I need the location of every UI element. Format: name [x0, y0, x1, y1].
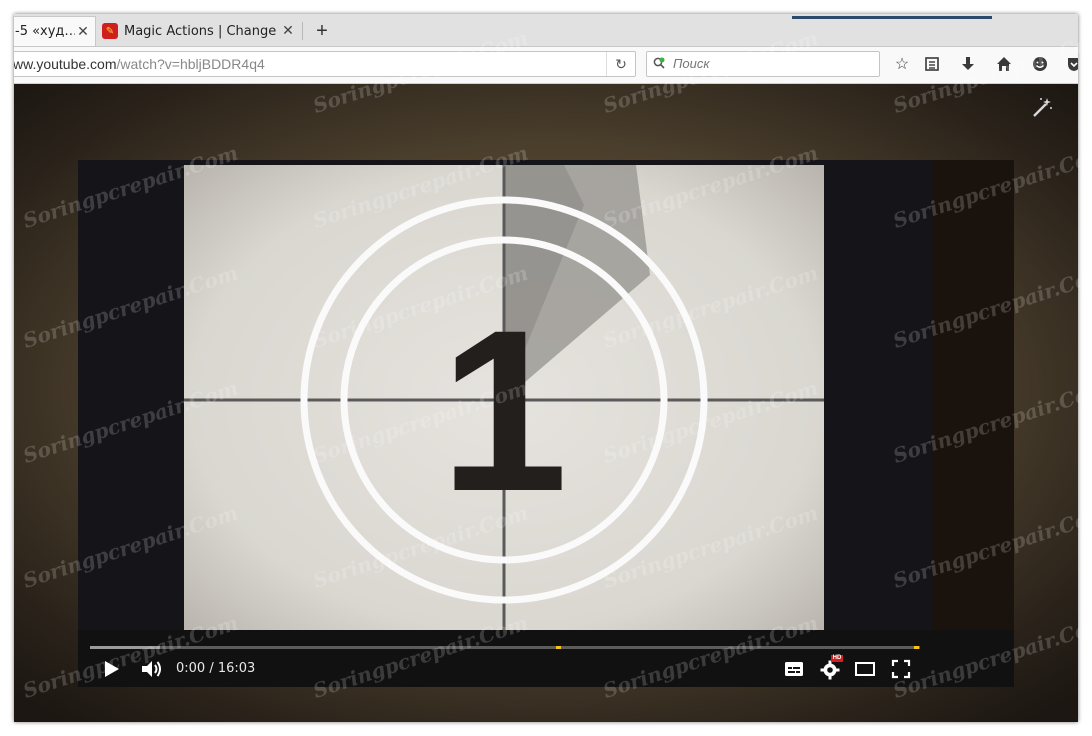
tab-magic-actions[interactable]: ✎ Magic Actions | Change Y… ✕	[96, 16, 300, 46]
search-placeholder: Поиск	[673, 56, 710, 71]
tab-youtube[interactable]: -5 «худ… ✕	[14, 16, 96, 46]
fullscreen-icon[interactable]	[890, 658, 912, 680]
home-icon[interactable]	[994, 56, 1014, 74]
browser-window: -5 «худ… ✕ ✎ Magic Actions | Change Y… ✕…	[14, 14, 1078, 722]
pocket-icon[interactable]	[1064, 56, 1078, 74]
reload-icon[interactable]: ↻	[606, 52, 635, 76]
download-icon[interactable]	[958, 56, 978, 74]
subtitles-icon[interactable]	[784, 658, 804, 680]
progress-loaded	[90, 646, 160, 649]
close-icon[interactable]: ✕	[75, 24, 91, 40]
tab-label: -5 «худ…	[15, 24, 75, 39]
progress-bar[interactable]	[90, 646, 920, 649]
url-path: /watch?v=hbljBDDR4q4	[116, 56, 265, 72]
player-controls: 0:00 / 16:03 HD	[78, 630, 1014, 687]
volume-icon[interactable]	[140, 658, 164, 680]
reading-list-icon[interactable]	[922, 56, 942, 74]
hd-badge: HD	[831, 655, 843, 662]
tab-divider	[302, 22, 303, 40]
new-tab-button[interactable]: +	[310, 18, 334, 44]
search-field[interactable]: Поиск	[646, 51, 880, 77]
close-icon[interactable]: ✕	[280, 23, 296, 39]
play-icon[interactable]	[102, 658, 122, 680]
search-icon	[653, 57, 665, 69]
tab-strip: -5 «худ… ✕ ✎ Magic Actions | Change Y… ✕…	[14, 14, 1078, 47]
countdown-number: 1	[440, 282, 568, 539]
video-player[interactable]: 1 0:00 / 16:03 HD	[78, 160, 1014, 687]
countdown-leader-graphic: 1	[184, 165, 824, 635]
theater-mode-icon[interactable]	[854, 658, 876, 680]
navigation-bar: ww.youtube.com/watch?v=hbljBDDR4q4 ↻ Пои…	[14, 47, 1078, 84]
ad-marker	[556, 646, 561, 649]
video-side-panel	[932, 160, 1014, 630]
url-domain: .youtube.com	[32, 56, 117, 72]
url-prefix: ww	[14, 56, 33, 72]
time-display: 0:00 / 16:03	[176, 661, 255, 676]
ad-marker	[914, 646, 919, 649]
window-accent-line	[792, 16, 992, 19]
tab-label: Magic Actions | Change Y…	[124, 23, 280, 39]
time-current: 0:00	[176, 661, 206, 676]
video-frame[interactable]: 1	[184, 165, 824, 635]
smiley-icon[interactable]	[1030, 56, 1050, 74]
magic-actions-icon: ✎	[102, 23, 118, 39]
magic-wand-icon[interactable]	[1030, 96, 1054, 120]
address-bar[interactable]: ww.youtube.com/watch?v=hbljBDDR4q4 ↻	[14, 51, 636, 77]
time-separator: /	[205, 661, 218, 676]
youtube-page: 1 0:00 / 16:03 HD	[14, 84, 1078, 722]
bookmark-star-icon[interactable]: ☆	[892, 56, 912, 74]
time-total: 16:03	[217, 661, 256, 676]
